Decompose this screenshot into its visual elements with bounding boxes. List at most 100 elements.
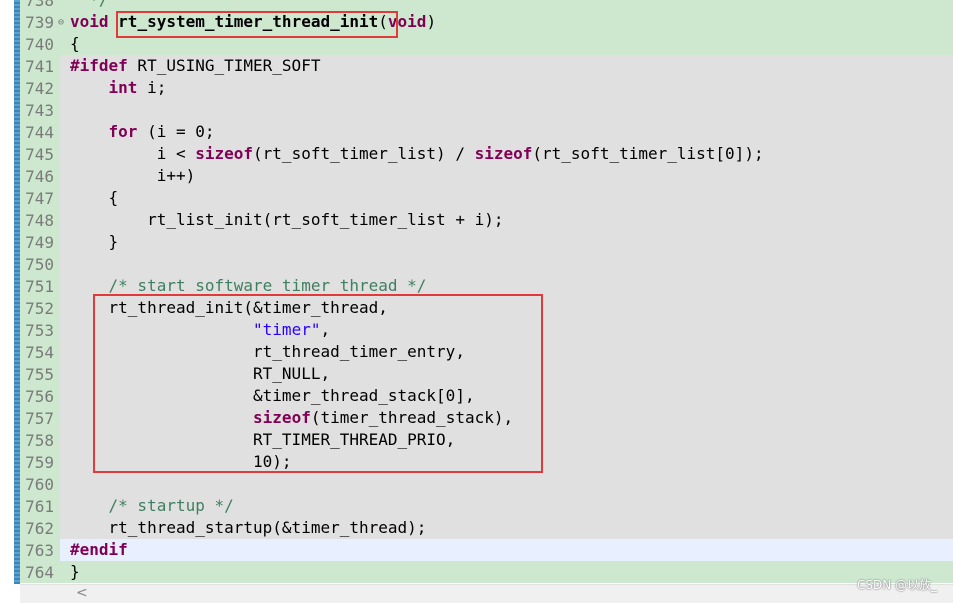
code-token: RT_USING_TIMER_SOFT	[127, 56, 321, 75]
scroll-left-icon[interactable]: <	[76, 585, 88, 601]
code-line[interactable]: 759 10);	[20, 451, 953, 473]
code-token: &timer_thread_stack[0],	[70, 386, 475, 405]
line-number: 746	[25, 166, 54, 186]
code-token: RT_TIMER_THREAD_PRIO,	[70, 430, 456, 449]
code-text[interactable]: 10);	[60, 451, 953, 473]
code-text[interactable]	[60, 99, 953, 121]
code-text[interactable]: */	[60, 0, 953, 11]
line-number: 739 ⊖	[25, 12, 64, 32]
line-number: 753	[25, 320, 54, 340]
line-number: 742	[25, 78, 54, 98]
code-text[interactable]: for (i = 0;	[60, 121, 953, 143]
code-text[interactable]: /* startup */	[60, 495, 953, 517]
code-token: #ifdef	[70, 56, 128, 75]
code-line[interactable]: 749 }	[20, 231, 953, 253]
code-text[interactable]: /* start software timer thread */	[60, 275, 953, 297]
code-line[interactable]: 751 /* start software timer thread */	[20, 275, 953, 297]
code-text[interactable]: i++)	[60, 165, 953, 187]
code-line[interactable]: 743	[20, 99, 953, 121]
code-token: sizeof	[474, 144, 533, 163]
code-token: {	[70, 34, 80, 53]
code-line[interactable]: 741 #ifdef RT_USING_TIMER_SOFT	[20, 55, 953, 77]
code-token: int	[108, 78, 138, 97]
code-text[interactable]: }	[60, 231, 953, 253]
code-token: "timer"	[253, 320, 321, 339]
code-line[interactable]: 754 rt_thread_timer_entry,	[20, 341, 953, 363]
code-text[interactable]: void rt_system_timer_thread_init(void)	[60, 11, 953, 33]
line-number: 754	[25, 342, 54, 362]
horizontal-scrollbar[interactable]: <	[20, 584, 953, 603]
code-token: sizeof	[253, 408, 311, 427]
code-line[interactable]: 757 sizeof(timer_thread_stack),	[20, 407, 953, 429]
code-text[interactable]: "timer",	[60, 319, 953, 341]
code-token: (i = 0;	[137, 122, 215, 141]
code-token: (	[378, 12, 388, 31]
code-text[interactable]: #ifdef RT_USING_TIMER_SOFT	[60, 55, 953, 77]
code-line[interactable]: 738 */	[20, 0, 953, 11]
code-text[interactable]: {	[60, 33, 953, 55]
code-token: RT_NULL,	[70, 364, 331, 383]
code-line[interactable]: 756 &timer_thread_stack[0],	[20, 385, 953, 407]
code-line[interactable]: 742 int i;	[20, 77, 953, 99]
code-text[interactable]: rt_thread_startup(&timer_thread);	[60, 517, 953, 539]
code-token: }	[70, 232, 119, 251]
line-number: 751	[25, 276, 54, 296]
code-line[interactable]: 746 i++)	[20, 165, 953, 187]
code-line[interactable]: 758 RT_TIMER_THREAD_PRIO,	[20, 429, 953, 451]
line-number: 760	[25, 474, 54, 494]
code-line[interactable]: 764}	[20, 561, 953, 583]
code-line[interactable]: 752 rt_thread_init(&timer_thread,	[20, 297, 953, 319]
code-line[interactable]: 739 ⊖ void rt_system_timer_thread_init(voi…	[20, 11, 953, 33]
code-token: void	[387, 12, 427, 31]
line-number: 757	[25, 408, 54, 428]
code-line[interactable]: 744 for (i = 0;	[20, 121, 953, 143]
code-token: rt_list_init(rt_soft_timer_list + i);	[70, 210, 504, 229]
code-token: (timer_thread_stack),	[310, 408, 514, 427]
code-text[interactable]: &timer_thread_stack[0],	[60, 385, 953, 407]
code-line[interactable]: 755 RT_NULL,	[20, 363, 953, 385]
code-text[interactable]	[60, 253, 953, 275]
code-line[interactable]: 763 #endif	[20, 539, 953, 561]
code-line[interactable]: 753 "timer",	[20, 319, 953, 341]
code-token: )	[426, 12, 437, 31]
code-line[interactable]: 747 {	[20, 187, 953, 209]
code-line[interactable]: 748 rt_list_init(rt_soft_timer_list + i)…	[20, 209, 953, 231]
code-token: /* startup */	[108, 496, 234, 515]
fold-toggle-icon[interactable]: ⊖	[58, 17, 64, 28]
code-text[interactable]: #endif	[60, 539, 953, 561]
code-text[interactable]: RT_TIMER_THREAD_PRIO,	[60, 429, 953, 451]
code-text[interactable]: RT_NULL,	[60, 363, 953, 385]
code-text[interactable]: sizeof(timer_thread_stack),	[60, 407, 953, 429]
code-text[interactable]: {	[60, 187, 953, 209]
line-number: 759	[25, 452, 54, 472]
code-line[interactable]: 760	[20, 473, 953, 495]
code-token: rt_thread_init(&timer_thread,	[70, 298, 388, 317]
code-editor[interactable]: 738 */739⊖void rt_system_timer_thread_in…	[0, 0, 953, 603]
editor-left-margin	[0, 0, 14, 602]
watermark: CSDN @以放_	[856, 578, 937, 592]
code-token: (rt_soft_timer_list) /	[253, 144, 475, 163]
code-line[interactable]: 745 i < sizeof(rt_soft_timer_list) / siz…	[20, 143, 953, 165]
code-text[interactable]: rt_list_init(rt_soft_timer_list + i);	[60, 209, 953, 231]
code-text[interactable]: i < sizeof(rt_soft_timer_list) / sizeof(…	[60, 143, 953, 165]
code-text[interactable]	[60, 473, 953, 495]
code-text[interactable]: rt_thread_init(&timer_thread,	[60, 297, 953, 319]
code-text[interactable]: int i;	[60, 77, 953, 99]
line-number: 755	[25, 364, 54, 384]
line-number: 761	[25, 496, 54, 516]
code-token: }	[70, 562, 80, 581]
code-line[interactable]: 740 {	[20, 33, 953, 55]
code-text[interactable]: rt_thread_timer_entry,	[60, 341, 953, 363]
code-token: for	[108, 122, 138, 141]
code-token: rt_system_timer_thread_init	[118, 12, 379, 31]
line-number: 748	[25, 210, 54, 230]
line-number: 763	[25, 540, 54, 560]
code-line[interactable]: 761 /* startup */	[20, 495, 953, 517]
code-line[interactable]: 762 rt_thread_startup(&timer_thread);	[20, 517, 953, 539]
code-line[interactable]: 750	[20, 253, 953, 275]
code-text[interactable]: }	[60, 561, 953, 583]
